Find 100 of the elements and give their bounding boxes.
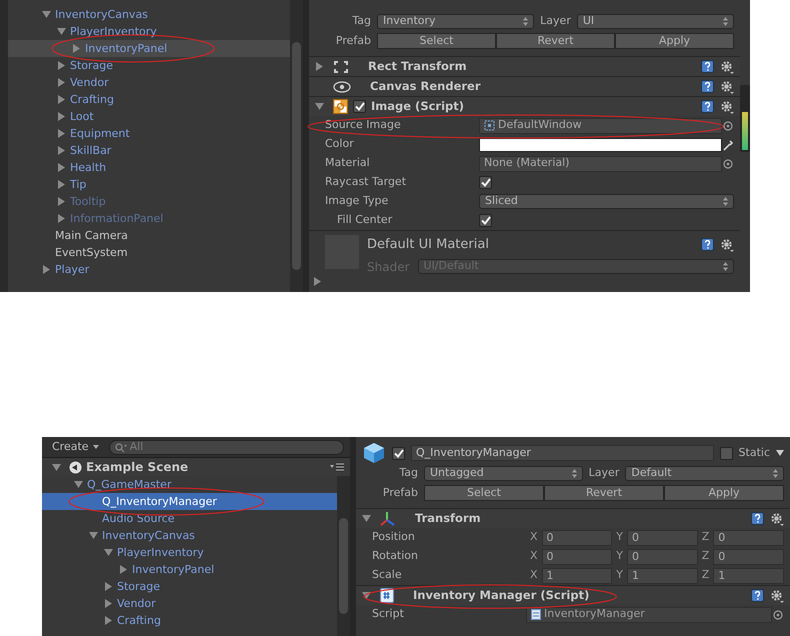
prefab-button[interactable]: Select: [377, 33, 496, 49]
component-title[interactable]: Image (Script): [371, 98, 464, 116]
hierarchy-row[interactable]: PlayerInventory: [42, 544, 337, 561]
checkbox[interactable]: [720, 446, 733, 460]
number-field[interactable]: 1: [542, 568, 612, 584]
property-label: Material: [325, 155, 371, 172]
prefab-button[interactable]: Apply: [615, 33, 734, 49]
property-label: Position: [372, 529, 416, 546]
hierarchy-row[interactable]: Q_GameMaster: [42, 476, 337, 493]
prefab-button[interactable]: Select: [424, 485, 544, 501]
menu-icon: [330, 463, 344, 471]
property-label: Script: [372, 606, 405, 622]
checkbox[interactable]: [353, 100, 366, 113]
settings-icon: [720, 80, 734, 94]
hierarchy-row[interactable]: Q_InventoryManager: [42, 493, 337, 510]
number-field[interactable]: 0: [627, 530, 698, 546]
number-field[interactable]: 0: [627, 548, 698, 564]
property-label: Image Type: [325, 193, 390, 210]
axis-label: Z: [702, 567, 710, 584]
create-button[interactable]: Create: [48, 438, 103, 456]
hierarchy-row[interactable]: Vendor: [42, 595, 337, 612]
scrollbar[interactable]: [290, 0, 303, 292]
material-title: Default UI Material: [367, 236, 489, 254]
updown-arrow-icon: [723, 16, 728, 26]
field-label: Prefab: [334, 32, 371, 49]
cube-icon: [362, 442, 386, 464]
property-label: Fill Center: [337, 212, 394, 228]
hierarchy-row[interactable]: Storage: [8, 57, 290, 74]
eye-icon: [333, 80, 351, 92]
property-label: Source Image: [325, 117, 402, 134]
number-field[interactable]: 0: [713, 530, 784, 546]
prefab-button[interactable]: Apply: [664, 485, 784, 501]
number-field[interactable]: 1: [627, 568, 698, 584]
dropdown[interactable]: Untagged: [424, 466, 583, 480]
settings-icon: [720, 238, 734, 252]
name-field[interactable]: Q_InventoryManager: [411, 445, 714, 461]
hierarchy-row[interactable]: Audio Source: [42, 510, 337, 527]
axis-label: X: [530, 548, 538, 564]
checkmark-icon: [354, 102, 364, 111]
checkbox[interactable]: [479, 176, 492, 189]
settings-icon: [720, 100, 734, 114]
prefab-button[interactable]: Revert: [544, 485, 664, 501]
object-picker-icon: [722, 120, 734, 132]
axis-label: X: [530, 529, 538, 546]
component-title[interactable]: Canvas Renderer: [370, 78, 481, 96]
axis-label: Y: [616, 529, 623, 546]
object-field[interactable]: None (Material): [479, 156, 722, 172]
object-field[interactable]: DefaultWindow: [479, 118, 722, 134]
help-book-icon: [701, 100, 714, 113]
number-field[interactable]: 0: [542, 548, 612, 564]
object-picker-icon: [722, 158, 734, 170]
checkbox[interactable]: [392, 446, 405, 460]
prefab-button[interactable]: Revert: [496, 33, 615, 49]
hierarchy-row[interactable]: Player: [8, 261, 290, 278]
dropdown[interactable]: Inventory: [377, 14, 534, 28]
image-component-icon: [333, 99, 348, 114]
number-field[interactable]: 1: [713, 568, 784, 584]
hierarchy-row[interactable]: PlayerInventory: [8, 23, 290, 40]
scrollbar[interactable]: [337, 476, 350, 636]
eyedropper-icon: [722, 138, 734, 150]
number-field[interactable]: 0: [713, 548, 784, 564]
dropdown[interactable]: Default: [625, 466, 784, 480]
hierarchy-row[interactable]: InventoryPanel: [42, 561, 337, 578]
hierarchy-row[interactable]: Storage: [42, 578, 337, 595]
color-field[interactable]: [479, 138, 722, 152]
hierarchy-row[interactable]: InventoryCanvas: [42, 527, 337, 544]
number-field[interactable]: 0: [542, 530, 612, 546]
hierarchy-row[interactable]: InventoryCanvas: [8, 6, 290, 23]
property-label: Color: [325, 136, 355, 152]
field-label: Prefab: [382, 484, 418, 501]
updown-arrow-icon: [773, 468, 778, 478]
scene-name: Example Scene: [86, 459, 188, 476]
hierarchy-row[interactable]: Crafting: [8, 91, 290, 108]
hierarchy-row[interactable]: Loot: [8, 108, 290, 125]
hierarchy-row[interactable]: SkillBar: [8, 142, 290, 159]
hierarchy-row[interactable]: Vendor: [8, 74, 290, 91]
component-title[interactable]: Transform: [415, 510, 481, 528]
hierarchy-row[interactable]: Health: [8, 159, 290, 176]
hierarchy-row[interactable]: Equipment: [8, 125, 290, 142]
axis-label: Z: [702, 548, 710, 564]
hierarchy-row[interactable]: InventoryPanel: [8, 40, 290, 57]
hierarchy-row[interactable]: Main Camera: [8, 227, 290, 244]
rect-transform-icon: [333, 60, 349, 74]
component-title[interactable]: Rect Transform: [368, 58, 467, 76]
hierarchy-row[interactable]: Tip: [8, 176, 290, 193]
dropdown[interactable]: Sliced: [479, 194, 734, 209]
axis-label: Y: [616, 548, 623, 564]
hierarchy-row[interactable]: Crafting: [42, 612, 337, 629]
script-file-icon: [380, 588, 394, 603]
updown-arrow-icon: [723, 197, 728, 206]
checkbox[interactable]: [479, 214, 492, 227]
dropdown[interactable]: UI: [576, 14, 734, 28]
hierarchy-row[interactable]: EventSystem: [8, 244, 290, 261]
property-label: Rotation: [372, 548, 420, 564]
checkmark-icon: [480, 216, 490, 225]
settings-icon: [770, 588, 784, 602]
field-label: Layer: [540, 12, 571, 29]
dropdown-arrow-icon: [776, 450, 784, 456]
help-book-icon: [701, 80, 714, 93]
help-book-icon: [751, 589, 764, 602]
